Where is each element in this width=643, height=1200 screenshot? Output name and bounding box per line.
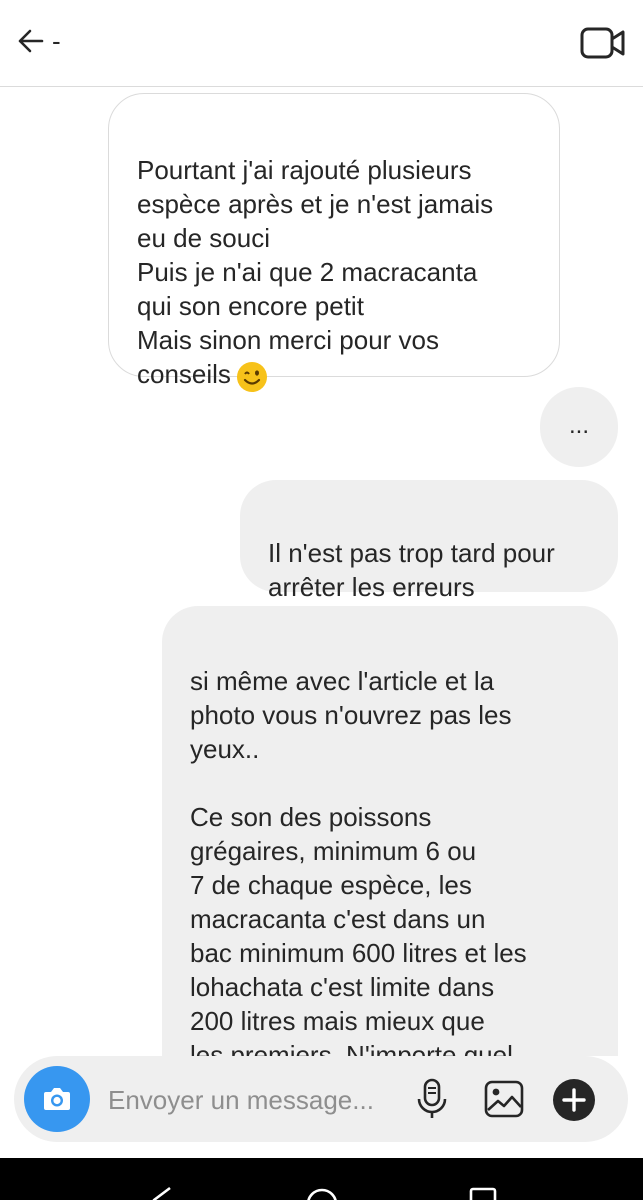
camera-icon <box>44 1088 70 1110</box>
typing-indicator: ... <box>540 387 618 467</box>
incoming-message[interactable]: Pourtant j'ai rajouté plusieurs espèce a… <box>108 93 560 392</box>
incoming-message-text: Pourtant j'ai rajouté plusieurs espèce a… <box>137 155 494 389</box>
winking-face-emoji <box>236 362 267 392</box>
gallery-icon[interactable] <box>484 1080 524 1118</box>
plus-circle-icon[interactable] <box>552 1078 596 1122</box>
message-input[interactable] <box>108 1082 408 1118</box>
outgoing-message[interactable]: Il n'est pas trop tard pour arrêter les … <box>240 480 618 602</box>
microphone-icon[interactable] <box>414 1078 450 1120</box>
nav-recent-apps-icon[interactable] <box>468 1186 498 1200</box>
nav-back-icon[interactable] <box>148 1186 178 1200</box>
nav-home-icon[interactable] <box>304 1186 340 1200</box>
back-arrow-icon[interactable] <box>16 26 46 56</box>
message-thread[interactable]: Pourtant j'ai rajouté plusieurs espèce a… <box>0 87 643 1157</box>
conversation-header: - <box>0 0 643 87</box>
camera-button[interactable] <box>24 1066 90 1132</box>
video-call-icon[interactable] <box>580 26 626 60</box>
system-navigation-bar <box>0 1158 643 1200</box>
message-composer <box>14 1056 628 1142</box>
outgoing-message-text: Il n'est pas trop tard pour arrêter les … <box>268 538 555 602</box>
outgoing-message-text: si même avec l'article et la photo vous … <box>190 666 541 1104</box>
contact-name[interactable]: - <box>52 24 61 58</box>
